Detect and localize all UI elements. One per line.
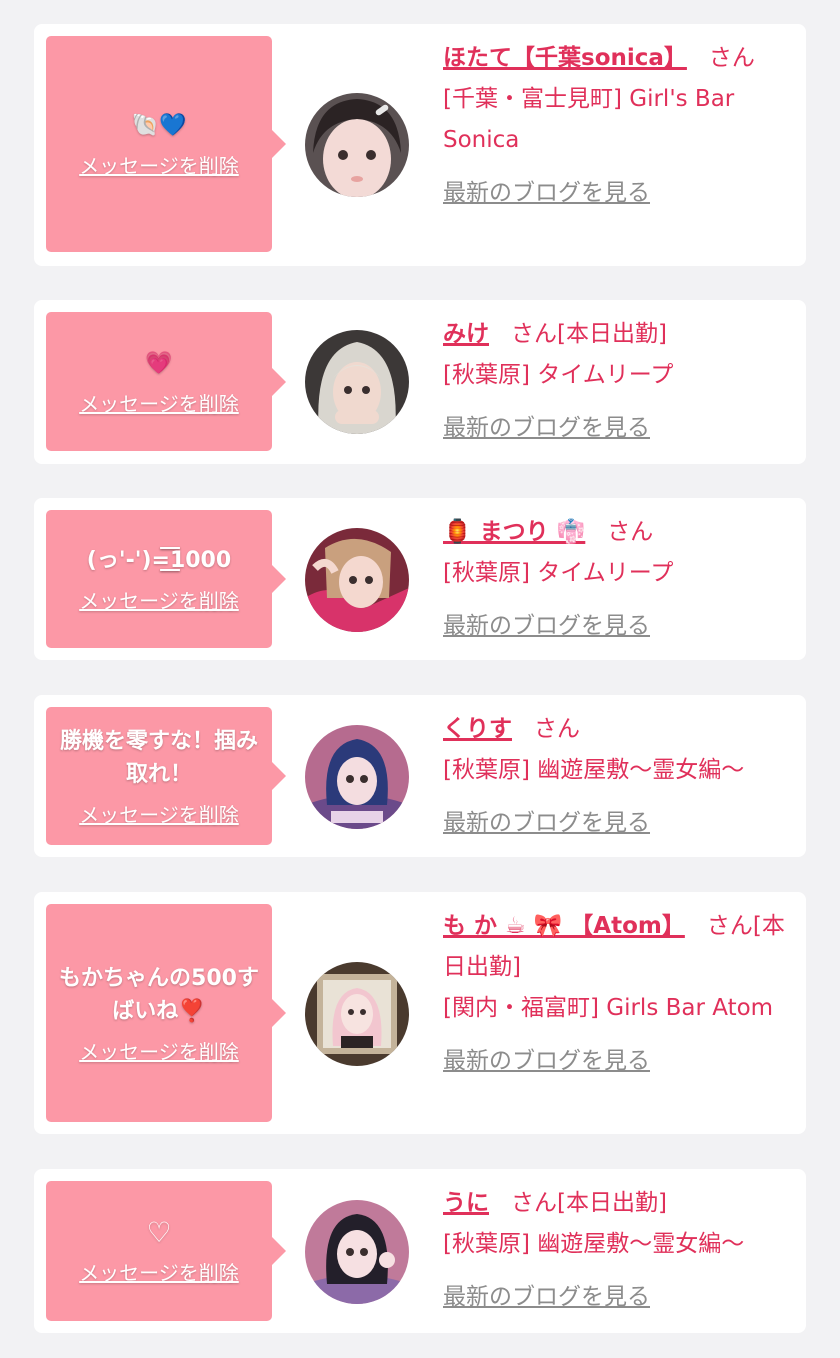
message-bubble: 勝機を零すな！掴み取れ！ メッセージを削除 xyxy=(46,707,286,845)
message-card: 勝機を零すな！掴み取れ！ メッセージを削除 くりす さん [秋葉原] 幽遊屋敷〜霊… xyxy=(34,695,806,857)
shop-label: [千葉・富士見町] Girl's Bar Sonica xyxy=(443,86,735,153)
delete-message-link[interactable]: メッセージを削除 xyxy=(79,150,239,179)
message-card: (っ'-')=͟͟͞͞1000 メッセージを削除 🏮 まつり 👘 さん [秋葉原]… xyxy=(34,498,806,660)
sender-name-link[interactable]: ほたて【千葉sonica】 xyxy=(443,45,687,71)
avatar[interactable] xyxy=(305,528,409,632)
avatar[interactable] xyxy=(305,1200,409,1304)
delete-message-link[interactable]: メッセージを削除 xyxy=(79,388,239,417)
message-card: 🐚💙 メッセージを削除 ほたて【千葉sonica】 さん [千葉・富士見町] Gi… xyxy=(34,24,806,266)
shop-label: [関内・福富町] Girls Bar Atom xyxy=(443,995,774,1021)
message-bubble: 💗 メッセージを削除 xyxy=(46,312,286,451)
message-card: ♡ メッセージを削除 うに さん[本日出勤] [秋葉原] 幽遊屋敷〜霊女編〜 最新… xyxy=(34,1169,806,1333)
message-bubble: ♡ メッセージを削除 xyxy=(46,1181,286,1321)
delete-message-link[interactable]: メッセージを削除 xyxy=(79,799,239,828)
avatar[interactable] xyxy=(305,330,409,434)
message-text: 🐚💙 xyxy=(131,113,187,138)
sender-name-link[interactable]: 🏮 まつり 👘 xyxy=(443,519,585,545)
honorific: さん xyxy=(534,716,580,742)
message-bubble: もかちゃんの500すばいね❣️ メッセージを削除 xyxy=(46,904,286,1122)
message-card: 💗 メッセージを削除 みけ さん[本日出勤] [秋葉原] タイムリープ 最新のブロ… xyxy=(34,300,806,464)
honorific: さん xyxy=(706,913,753,939)
delete-message-link[interactable]: メッセージを削除 xyxy=(79,1257,239,1286)
sender-info: うに さん[本日出勤] [秋葉原] 幽遊屋敷〜霊女編〜 最新のブログを見る xyxy=(443,1183,795,1318)
status-label: [本日出勤] xyxy=(557,1190,667,1216)
latest-blog-link[interactable]: 最新のブログを見る xyxy=(443,408,650,449)
message-list: 🐚💙 メッセージを削除 ほたて【千葉sonica】 さん [千葉・富士見町] Gi… xyxy=(0,0,840,1358)
message-text: もかちゃんの500すばいね❣️ xyxy=(59,965,259,1024)
honorific: さん xyxy=(607,519,654,545)
avatar[interactable] xyxy=(305,725,409,829)
message-card: もかちゃんの500すばいね❣️ メッセージを削除 も か ☕ 🎀 【Atom】さ… xyxy=(34,892,806,1134)
delete-message-link[interactable]: メッセージを削除 xyxy=(79,585,239,614)
sender-info: も か ☕ 🎀 【Atom】 さん[本日出勤] [関内・福富町] Girls Ba… xyxy=(443,906,795,1082)
sender-info: 🏮 まつり 👘 さん [秋葉原] タイムリープ 最新のブログを見る xyxy=(443,512,795,647)
avatar[interactable] xyxy=(305,93,409,197)
message-text: (っ'-')=͟͟͞͞1000 xyxy=(86,548,232,573)
message-text: ♡ xyxy=(146,1216,172,1249)
sender-name-link[interactable]: くりす xyxy=(443,716,512,742)
sender-info: くりす さん [秋葉原] 幽遊屋敷〜霊女編〜 最新のブログを見る xyxy=(443,709,795,844)
sender-info: みけ さん[本日出勤] [秋葉原] タイムリープ 最新のブログを見る xyxy=(443,314,795,449)
message-bubble: 🐚💙 メッセージを削除 xyxy=(46,36,286,252)
latest-blog-link[interactable]: 最新のブログを見る xyxy=(443,606,650,647)
sender-name-link[interactable]: うに xyxy=(443,1190,489,1216)
honorific: さん xyxy=(511,1190,557,1216)
honorific: さん xyxy=(708,45,755,71)
status-label: [本日出勤] xyxy=(557,321,667,347)
shop-label: [秋葉原] タイムリープ xyxy=(443,362,674,388)
avatar[interactable] xyxy=(305,962,409,1066)
sender-name-link[interactable]: も か ☕ 🎀 【Atom】 xyxy=(443,913,685,939)
latest-blog-link[interactable]: 最新のブログを見る xyxy=(443,173,650,214)
message-bubble: (っ'-')=͟͟͞͞1000 メッセージを削除 xyxy=(46,510,286,648)
shop-label: [秋葉原] 幽遊屋敷〜霊女編〜 xyxy=(443,757,745,783)
message-text: 勝機を零すな！掴み取れ！ xyxy=(59,728,258,787)
latest-blog-link[interactable]: 最新のブログを見る xyxy=(443,1277,650,1318)
sender-name-link[interactable]: みけ xyxy=(443,321,489,347)
message-text: 💗 xyxy=(145,350,173,376)
latest-blog-link[interactable]: 最新のブログを見る xyxy=(443,803,650,844)
delete-message-link[interactable]: メッセージを削除 xyxy=(79,1036,239,1065)
honorific: さん xyxy=(511,321,557,347)
shop-label: [秋葉原] タイムリープ xyxy=(443,560,674,586)
latest-blog-link[interactable]: 最新のブログを見る xyxy=(443,1041,650,1082)
shop-label: [秋葉原] 幽遊屋敷〜霊女編〜 xyxy=(443,1231,745,1257)
sender-info: ほたて【千葉sonica】 さん [千葉・富士見町] Girl's Bar Son… xyxy=(443,38,795,214)
